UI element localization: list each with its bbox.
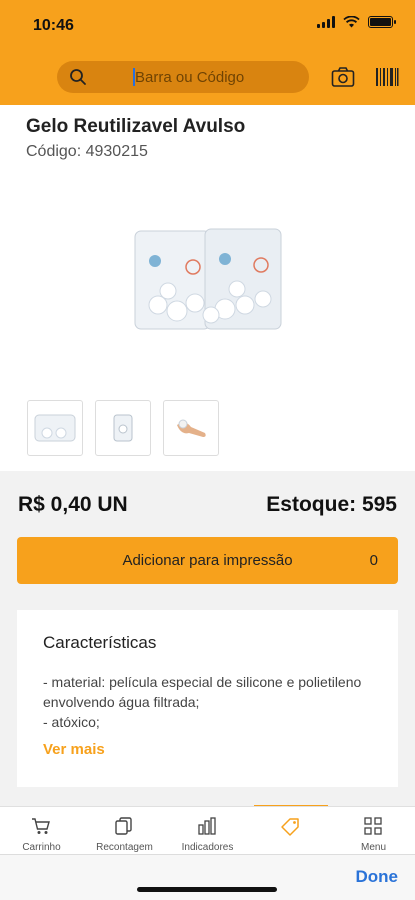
features-title: Características [43, 633, 157, 652]
status-time: 10:46 [33, 17, 74, 34]
stock-label: Estoque: 595 [266, 493, 397, 516]
tab-menu[interactable]: Menu [332, 807, 415, 855]
tag-icon [281, 818, 299, 836]
search-icon [70, 69, 86, 85]
tab-label: Indicadores [181, 842, 234, 853]
price-label: R$ 0,40 UN [18, 493, 128, 516]
tab-bar: Carrinho Recontagem Indicadores Menu [0, 806, 415, 854]
features-text: - material: película especial de silicon… [43, 672, 383, 732]
print-count: 0 [369, 552, 378, 569]
tab-label: Recontagem [96, 842, 153, 853]
thumbnail-1[interactable] [27, 400, 83, 456]
thumbnail-2[interactable] [95, 400, 151, 456]
battery-icon [368, 16, 396, 28]
keyboard-accessory-bar [0, 854, 415, 900]
tab-recount[interactable]: Recontagem [83, 807, 166, 855]
features-line: - atóxico; [43, 714, 100, 730]
signal-icon [317, 16, 335, 28]
tab-label: Carrinho [22, 842, 61, 853]
copy-icon [115, 817, 132, 835]
tab-label: Menu [360, 842, 386, 853]
thumbnail-3[interactable] [163, 400, 219, 456]
add-to-print-button[interactable]: Adicionar para impressão 0 [17, 537, 398, 584]
tab-labels[interactable] [249, 807, 332, 855]
add-to-print-label: Adicionar para impressão [122, 552, 293, 569]
product-image[interactable] [133, 225, 283, 335]
search-bar[interactable] [57, 61, 309, 93]
top-bar: 10:46 [0, 0, 415, 105]
tab-indicators[interactable]: Indicadores [166, 807, 249, 855]
done-button[interactable]: Done [356, 867, 399, 887]
see-more-link[interactable]: Ver mais [43, 741, 105, 758]
cart-icon [32, 818, 50, 834]
tab-cart[interactable]: Carrinho [0, 807, 83, 855]
grid-icon [364, 817, 382, 835]
thumbnail-image [113, 414, 133, 442]
product-code: Código: 4930215 [26, 143, 148, 160]
status-icons [317, 16, 396, 28]
thumbnail-image [34, 414, 76, 442]
bar-chart-icon [198, 817, 216, 835]
product-title: Gelo Reutilizavel Avulso [26, 116, 246, 137]
product-section: Gelo Reutilizavel Avulso Código: 4930215 [0, 105, 415, 471]
wifi-icon [343, 16, 360, 28]
thumbnail-image [177, 419, 206, 437]
features-card: Características - material: película esp… [17, 610, 398, 787]
features-line: - material: película especial de silicon… [43, 674, 362, 710]
home-indicator[interactable] [137, 887, 277, 892]
barcode-icon[interactable] [375, 67, 399, 87]
search-input[interactable] [135, 61, 305, 93]
camera-icon[interactable] [331, 66, 355, 88]
